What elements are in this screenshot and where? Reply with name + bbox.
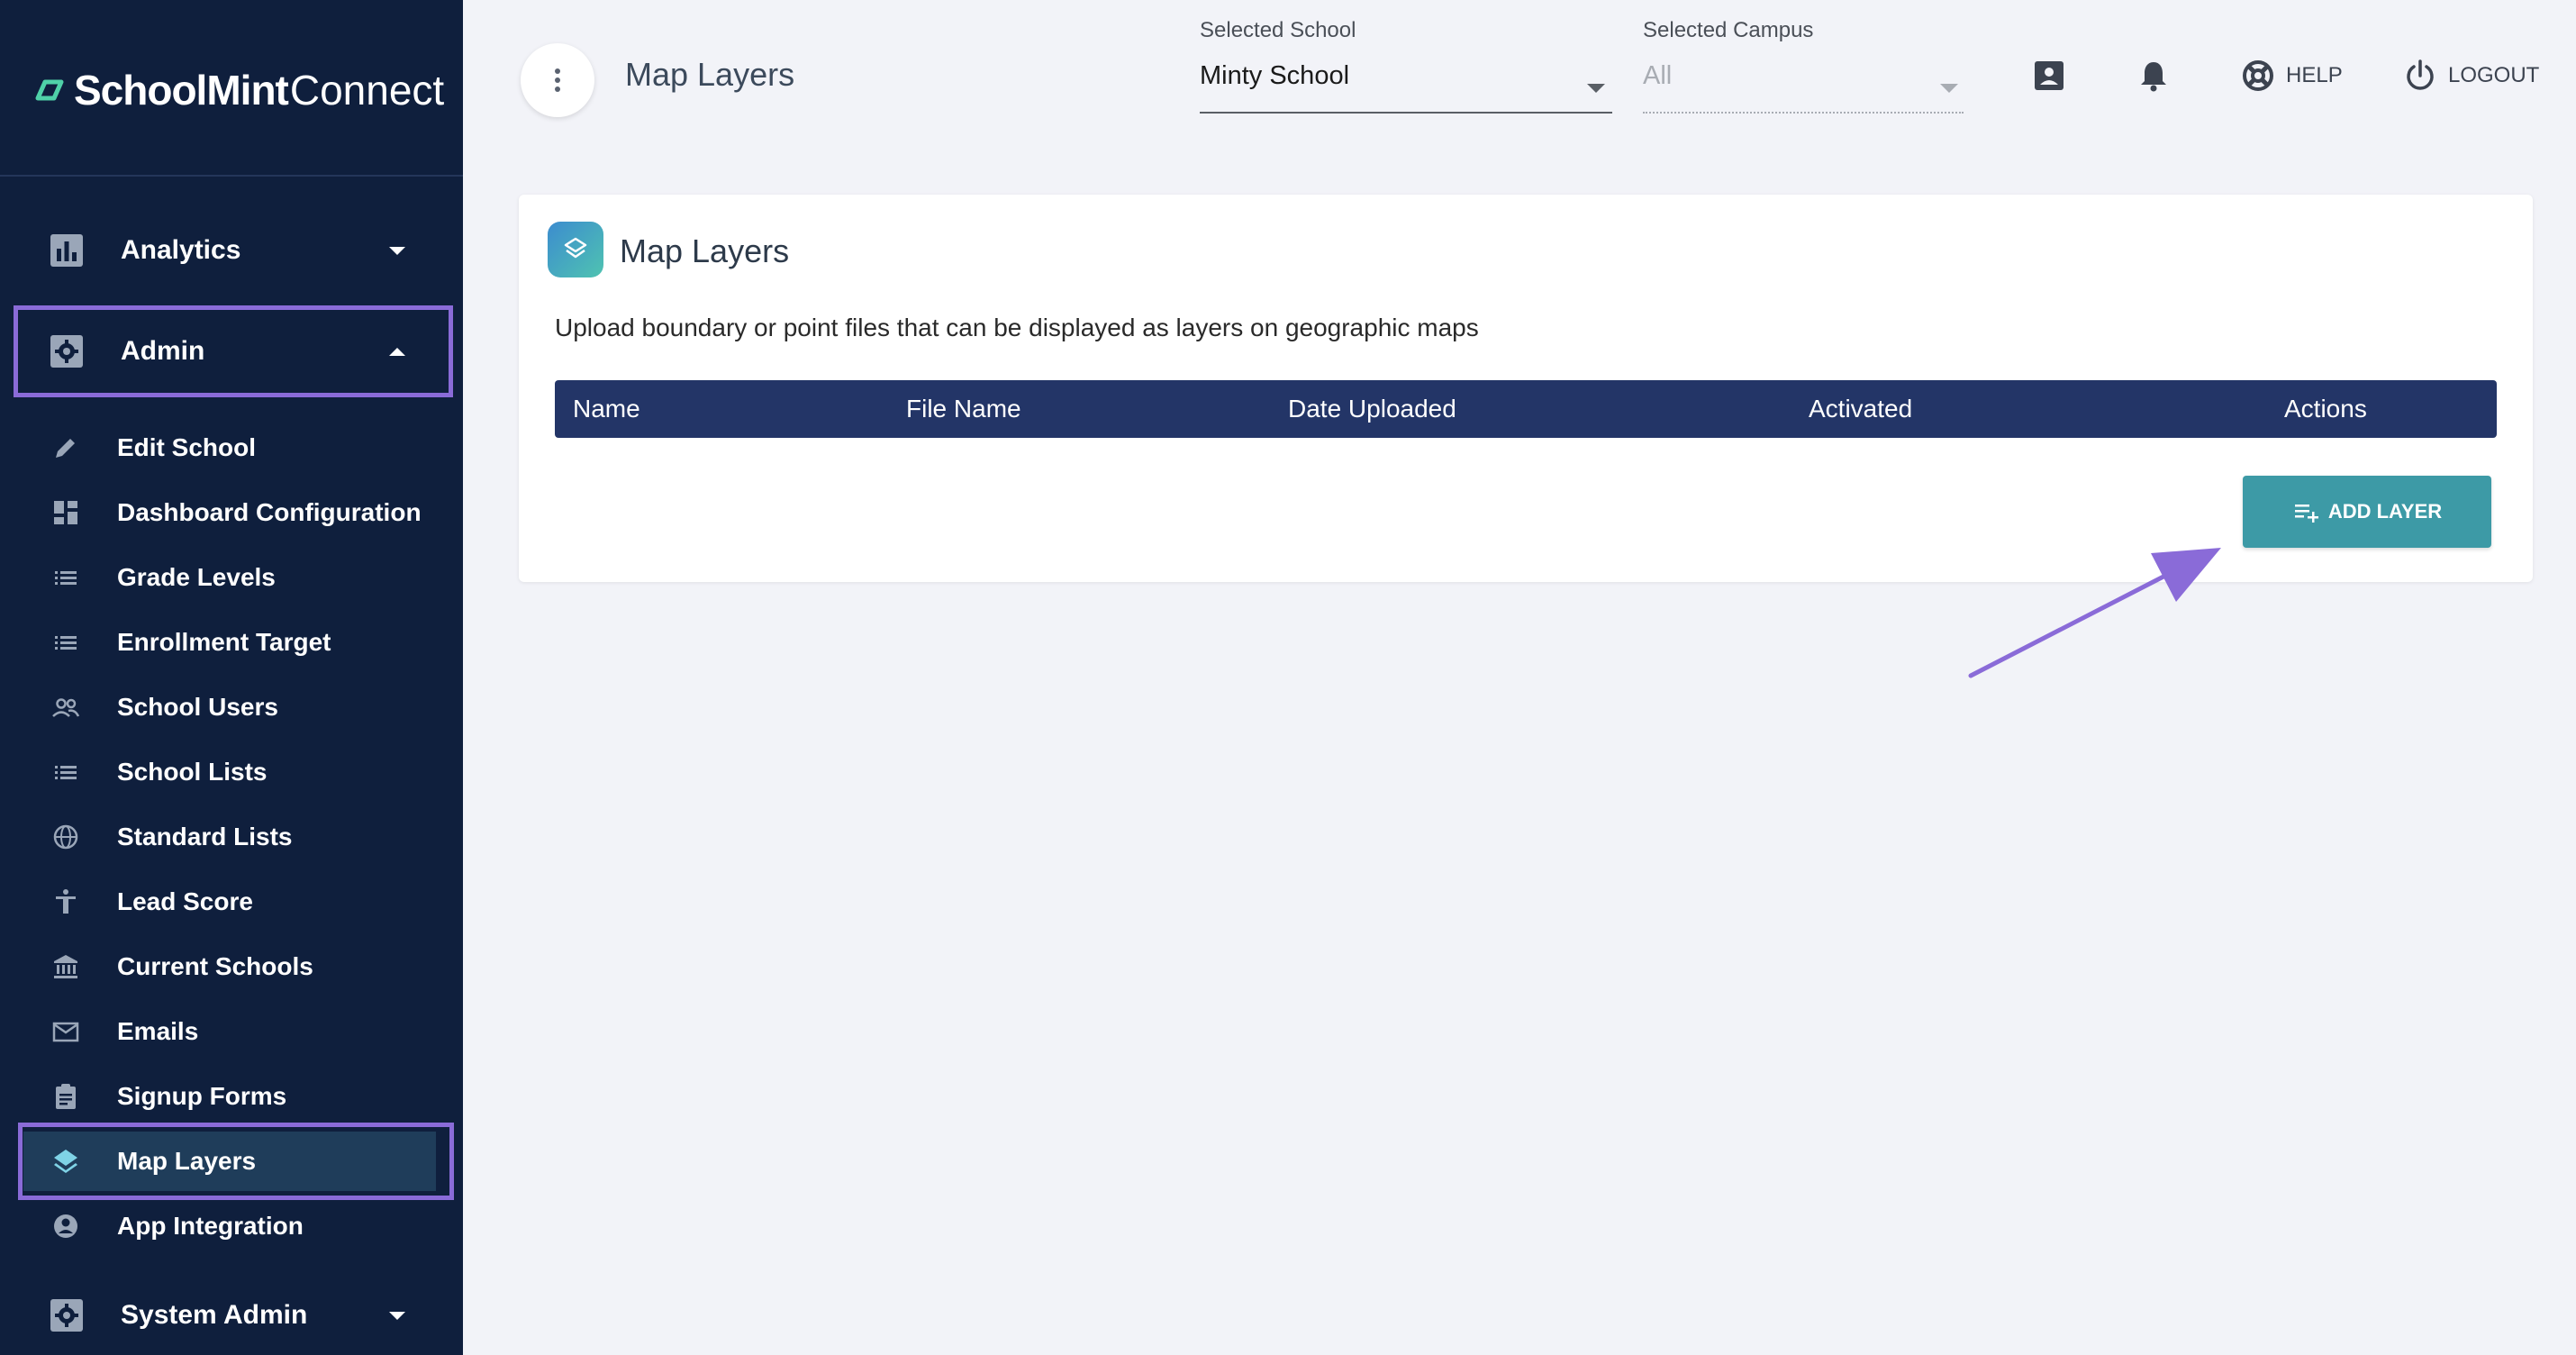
card-title: Map Layers — [620, 232, 790, 269]
select-underline — [1200, 112, 1612, 114]
selected-school-value: Minty School — [1200, 61, 1350, 90]
sidebar-item-label: Edit School — [117, 433, 256, 461]
sidebar-group-label: Admin — [121, 336, 205, 366]
sidebar-item-label: School Lists — [117, 758, 268, 786]
mail-icon — [52, 1022, 79, 1042]
sidebar-item-label: Dashboard Configuration — [117, 498, 422, 526]
list-icon — [55, 766, 77, 779]
logout-button[interactable]: LOGOUT — [2403, 59, 2539, 93]
sidebar-item-dashboard-configuration[interactable]: Dashboard Configuration — [18, 483, 449, 542]
chevron-down-icon — [1940, 84, 1958, 93]
pencil-icon — [56, 439, 75, 458]
bell-icon — [2141, 62, 2166, 92]
logo-light-text: Connect — [289, 67, 445, 114]
contact-card-icon — [2035, 61, 2064, 90]
account-circle-icon — [54, 1214, 77, 1238]
logo-bold-text: SchoolMint — [74, 67, 289, 114]
power-icon — [2407, 59, 2434, 90]
sidebar-item-current-schools[interactable]: Current Schools — [18, 937, 449, 996]
map-layers-highlight-box — [18, 1123, 454, 1200]
accessibility-icon — [56, 889, 76, 914]
card-header-icon — [548, 222, 603, 277]
sidebar-item-app-integration[interactable]: App Integration — [18, 1196, 449, 1256]
playlist-add-icon — [2294, 505, 2318, 523]
chevron-down-icon — [389, 246, 405, 255]
sidebar-item-label: Grade Levels — [117, 563, 276, 591]
bar-chart-icon — [50, 234, 83, 267]
sidebar-item-grade-levels[interactable]: Grade Levels — [18, 548, 449, 607]
sidebar-item-signup-forms[interactable]: Signup Forms — [18, 1067, 449, 1126]
contact-card-button[interactable] — [2032, 59, 2066, 93]
sidebar-group-label: System Admin — [121, 1300, 308, 1330]
table-header: Name File Name Date Uploaded Activated A… — [555, 380, 2497, 438]
sidebar-item-lead-score[interactable]: Lead Score — [18, 872, 449, 932]
sidebar-item-standard-lists[interactable]: Standard Lists — [18, 807, 449, 867]
annotation-arrow-icon — [1968, 548, 2221, 678]
clipboard-icon — [56, 1084, 76, 1109]
more-vertical-icon — [555, 68, 560, 92]
chevron-down-icon — [1587, 84, 1605, 93]
add-layer-label: ADD LAYER — [2327, 500, 2443, 523]
sidebar-item-label: Current Schools — [117, 952, 313, 980]
selected-school-label: Selected School — [1200, 18, 1356, 42]
chevron-up-icon — [389, 347, 405, 356]
add-layer-button[interactable]: ADD LAYER — [2243, 476, 2491, 548]
help-label: HELP — [2286, 63, 2343, 87]
page-title: Map Layers — [625, 56, 795, 93]
sidebar-item-edit-school[interactable]: Edit School — [18, 418, 449, 477]
sidebar-item-enrollment-target[interactable]: Enrollment Target — [18, 613, 449, 672]
more-menu-button[interactable] — [521, 43, 594, 117]
sidebar-group-label: Analytics — [121, 235, 241, 265]
sidebar: SchoolMint Connect Analytics Admin Edit S… — [0, 0, 463, 1355]
users-icon — [52, 698, 80, 717]
select-underline — [1643, 112, 1964, 114]
column-header-file-name[interactable]: File Name — [906, 395, 1021, 423]
notifications-button[interactable] — [2136, 59, 2171, 93]
sidebar-group-analytics[interactable]: Analytics — [18, 209, 449, 292]
gear-icon — [50, 335, 83, 368]
column-header-activated[interactable]: Activated — [1809, 395, 1912, 423]
logout-label: LOGOUT — [2448, 63, 2540, 87]
sidebar-item-label: Emails — [117, 1017, 199, 1045]
app-logo[interactable]: SchoolMint Connect — [32, 63, 444, 117]
lifebuoy-icon — [2243, 60, 2273, 91]
sidebar-item-school-users[interactable]: School Users — [18, 678, 449, 737]
gear-icon — [50, 1299, 83, 1332]
sidebar-group-admin[interactable]: Admin — [14, 305, 453, 397]
sidebar-divider — [0, 175, 463, 177]
sidebar-item-label: School Users — [117, 693, 278, 721]
card-description: Upload boundary or point files that can … — [555, 314, 1479, 341]
selected-campus-select[interactable]: Selected Campus All — [1643, 18, 1964, 117]
sidebar-item-label: Standard Lists — [117, 823, 293, 850]
sidebar-item-emails[interactable]: Emails — [18, 1002, 449, 1061]
list-icon — [55, 636, 77, 650]
selected-campus-label: Selected Campus — [1643, 18, 1814, 42]
selected-campus-value: All — [1643, 61, 1673, 90]
sidebar-item-label: Signup Forms — [117, 1082, 287, 1110]
map-layers-card: Map Layers Upload boundary or point file… — [519, 195, 2533, 582]
chevron-down-icon — [389, 1311, 405, 1320]
selected-school-select[interactable]: Selected School Minty School — [1200, 18, 1612, 117]
institution-icon — [54, 955, 77, 978]
schoolmint-logo-icon — [35, 79, 64, 101]
column-header-name[interactable]: Name — [573, 395, 640, 423]
dashboard-icon — [54, 501, 77, 524]
layers-icon — [564, 237, 587, 259]
sidebar-item-school-lists[interactable]: School Lists — [18, 742, 449, 802]
sidebar-item-label: Enrollment Target — [117, 628, 331, 656]
globe-icon — [53, 824, 78, 850]
sidebar-item-label: Lead Score — [117, 887, 253, 915]
sidebar-group-system-admin[interactable]: System Admin — [18, 1274, 449, 1355]
sidebar-item-label: App Integration — [117, 1212, 304, 1240]
list-icon — [55, 571, 77, 585]
column-header-date-uploaded[interactable]: Date Uploaded — [1288, 395, 1456, 423]
help-button[interactable]: HELP — [2241, 59, 2343, 93]
column-header-actions: Actions — [2284, 395, 2367, 423]
